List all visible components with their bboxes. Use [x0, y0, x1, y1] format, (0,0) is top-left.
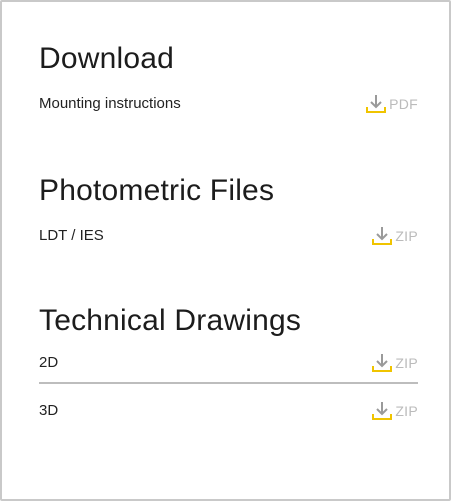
list-item-2d: 2D ZIP	[39, 351, 418, 375]
download-icon	[371, 225, 393, 247]
download-icon	[365, 93, 387, 115]
file-label: Mounting instructions	[39, 95, 181, 112]
download-pdf-button[interactable]: PDF	[365, 92, 418, 116]
download-zip-button[interactable]: ZIP	[371, 351, 418, 375]
photometric-section-title: Photometric Files	[39, 174, 275, 207]
file-type-label: PDF	[389, 96, 418, 112]
file-type-label: ZIP	[395, 355, 418, 371]
file-type-label: ZIP	[395, 228, 418, 244]
list-item-3d: 3D ZIP	[39, 399, 418, 423]
downloads-panel: Download Mounting instructions PDF Photo…	[0, 0, 451, 501]
file-label: 2D	[39, 354, 59, 371]
list-item-mounting-instructions: Mounting instructions PDF	[39, 92, 418, 116]
download-zip-button[interactable]: ZIP	[371, 224, 418, 248]
download-section-title: Download	[39, 42, 175, 75]
download-icon	[371, 400, 393, 422]
download-icon	[371, 352, 393, 374]
file-label: LDT / IES	[39, 227, 104, 244]
file-label: 3D	[39, 402, 59, 419]
list-item-ldt-ies: LDT / IES ZIP	[39, 224, 418, 248]
row-divider	[39, 382, 418, 384]
technical-drawings-section-title: Technical Drawings	[39, 304, 302, 337]
file-type-label: ZIP	[395, 403, 418, 419]
download-zip-button[interactable]: ZIP	[371, 399, 418, 423]
